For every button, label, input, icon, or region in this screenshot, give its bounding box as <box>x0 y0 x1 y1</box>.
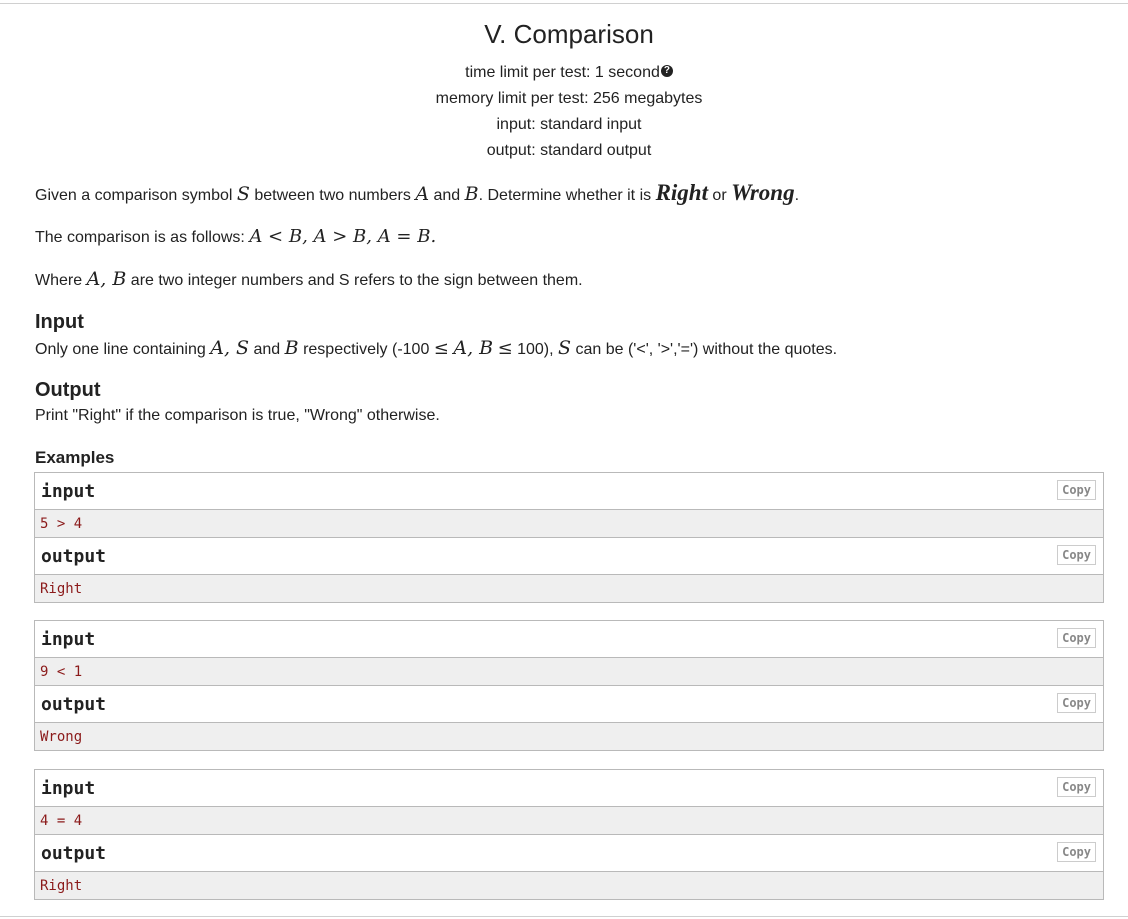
example-output-body: Right <box>35 575 1103 602</box>
copy-button[interactable]: Copy <box>1057 480 1096 500</box>
text: between two numbers <box>249 187 416 204</box>
math-as: A, S <box>210 337 250 359</box>
text: or <box>707 187 732 204</box>
text: are two integer numbers and S refers to … <box>126 272 583 289</box>
comparison-expression: A < B, A > B, A = B. <box>249 226 437 247</box>
input-file: input: standard input <box>496 116 642 133</box>
time-limit-text: time limit per test: 1 second <box>465 64 660 81</box>
copy-button[interactable]: Copy <box>1057 545 1096 565</box>
example-output-value: Right <box>40 878 83 894</box>
input-label: input <box>41 629 96 650</box>
text: Where <box>35 272 87 289</box>
example-output-body: Right <box>35 872 1103 899</box>
text: respectively (-100 <box>298 341 434 358</box>
example-output-header: output Copy <box>35 537 1103 575</box>
bottom-divider <box>0 916 1128 917</box>
copy-button[interactable]: Copy <box>1057 842 1096 862</box>
math-ab: A, B <box>453 337 494 359</box>
example-input-header: input Copy <box>35 473 1103 510</box>
math-b: B <box>464 183 479 205</box>
math-s: S <box>236 183 250 205</box>
statement-paragraph-1: Given a comparison symbol S between two … <box>35 180 800 206</box>
statement-paragraph-2: The comparison is as follows: A < B, A >… <box>35 227 436 248</box>
input-section-title: Input <box>35 311 84 333</box>
statement-paragraph-3: Where A, B are two integer numbers and S… <box>35 269 583 291</box>
memory-limit: memory limit per test: 256 megabytes <box>435 90 703 107</box>
input-label: input <box>41 481 96 502</box>
example-output-header: output Copy <box>35 834 1103 872</box>
example-input-value: 9 < 1 <box>40 664 83 680</box>
input-label: input <box>41 778 96 799</box>
text: can be ('<', '>','=') without the quotes… <box>571 341 838 358</box>
output-label: output <box>41 694 107 715</box>
example-output-value: Wrong <box>40 729 83 745</box>
example-1: input Copy 5 > 4 output Copy Right <box>34 472 1104 603</box>
math-a: A <box>415 183 430 205</box>
input-section-text: Only one line containing A, S and B resp… <box>35 338 837 360</box>
copy-button[interactable]: Copy <box>1057 777 1096 797</box>
time-limit: time limit per test: 1 second? <box>0 60 1128 86</box>
example-3: input Copy 4 = 4 output Copy Right <box>34 769 1104 900</box>
math-s: S <box>558 337 572 359</box>
wrong-word: Wrong <box>731 180 795 205</box>
examples-title: Examples <box>35 448 115 467</box>
example-input-header: input Copy <box>35 770 1103 807</box>
math-ab: A, B <box>86 268 127 290</box>
math-b: B <box>284 337 299 359</box>
problem-header: V. Comparison time limit per test: 1 sec… <box>0 18 1128 164</box>
le-symbol: ≤ <box>433 338 449 359</box>
text: . Determine whether it is <box>478 187 656 204</box>
example-output-body: Wrong <box>35 723 1103 750</box>
help-question-icon[interactable]: ? <box>660 65 673 77</box>
example-input-header: input Copy <box>35 621 1103 658</box>
top-divider <box>0 3 1128 4</box>
example-input-body: 5 > 4 <box>35 510 1103 537</box>
text: The comparison is as follows: <box>35 229 250 246</box>
example-2: input Copy 9 < 1 output Copy Wrong <box>34 620 1104 751</box>
output-section-title: Output <box>35 379 101 401</box>
output-file: output: standard output <box>486 142 652 159</box>
output-section-text: Print "Right" if the comparison is true,… <box>35 407 440 424</box>
copy-button[interactable]: Copy <box>1057 628 1096 648</box>
example-output-header: output Copy <box>35 685 1103 723</box>
example-input-body: 4 = 4 <box>35 807 1103 834</box>
copy-button[interactable]: Copy <box>1057 693 1096 713</box>
example-input-value: 4 = 4 <box>40 813 83 829</box>
text: 100), <box>512 341 559 358</box>
problem-title: V. Comparison <box>484 19 654 49</box>
output-label: output <box>41 546 107 567</box>
output-label: output <box>41 843 107 864</box>
right-word: Right <box>655 180 708 205</box>
example-input-body: 9 < 1 <box>35 658 1103 685</box>
text: and <box>429 187 465 204</box>
le-symbol: ≤ <box>497 338 513 359</box>
text: and <box>249 341 285 358</box>
text: Only one line containing <box>35 341 211 358</box>
text: . <box>794 187 800 204</box>
example-output-value: Right <box>40 581 83 597</box>
text: Given a comparison symbol <box>35 187 237 204</box>
example-input-value: 5 > 4 <box>40 516 83 532</box>
